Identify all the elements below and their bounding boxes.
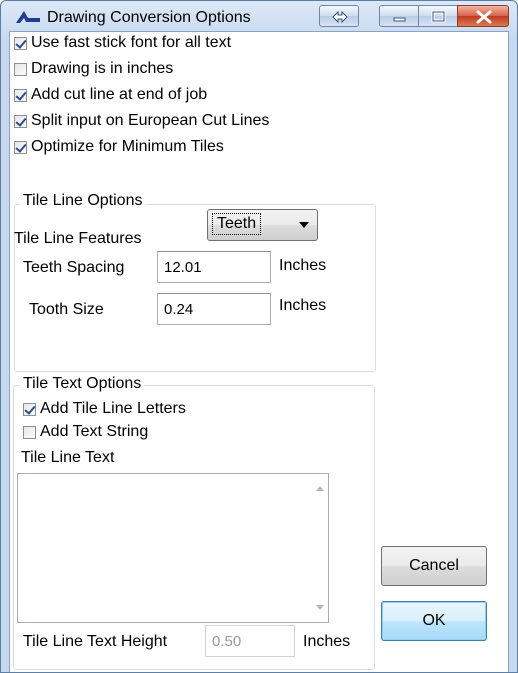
option-label: Drawing is in inches (31, 60, 174, 77)
tile-text-options-title: Tile Text Options (20, 375, 145, 393)
checkbox-optimize-tiles[interactable] (14, 140, 27, 154)
option-split-european[interactable]: Split input on European Cut Lines (14, 112, 269, 130)
option-fast-stick-font[interactable]: Use fast stick font for all text (14, 34, 231, 52)
maximize-icon (431, 10, 446, 23)
swap-button[interactable] (319, 5, 359, 27)
minimize-button[interactable] (379, 5, 419, 27)
option-label: Add Text String (40, 423, 149, 440)
tile-line-features-select[interactable]: Teeth (207, 209, 318, 241)
option-label: Add cut line at end of job (31, 86, 208, 103)
maximize-button[interactable] (418, 5, 458, 27)
teeth-spacing-label: Teeth Spacing (23, 259, 125, 276)
checkbox-add-text-string[interactable] (23, 425, 36, 439)
checkbox-add-tile-letters[interactable] (23, 402, 36, 416)
dialog-window: Drawing Conversion Options Use fast stic… (0, 0, 518, 673)
title-bar[interactable]: Drawing Conversion Options (1, 1, 517, 35)
option-optimize-tiles[interactable]: Optimize for Minimum Tiles (14, 138, 224, 156)
tile-line-text-label: Tile Line Text (21, 449, 115, 466)
autocad-style-icon (16, 11, 40, 23)
checkbox-fast-stick-font[interactable] (14, 36, 27, 50)
checkbox-drawing-inches[interactable] (14, 62, 27, 76)
option-add-cut-line[interactable]: Add cut line at end of job (14, 86, 207, 104)
teeth-spacing-input[interactable]: 12.01 (157, 251, 271, 283)
close-button[interactable] (457, 5, 509, 27)
vertical-scrollbar[interactable] (311, 474, 328, 622)
tile-line-text-height-input[interactable]: 0.50 (205, 625, 295, 657)
chevron-down-icon (299, 222, 309, 228)
close-icon (476, 10, 492, 24)
option-drawing-inches[interactable]: Drawing is in inches (14, 60, 173, 78)
tile-line-text-height-unit: Inches (303, 633, 351, 650)
tooth-size-label: Tooth Size (29, 301, 104, 318)
option-add-tile-letters[interactable]: Add Tile Line Letters (23, 400, 186, 418)
option-label: Split input on European Cut Lines (31, 112, 270, 129)
ok-button[interactable]: OK (381, 601, 487, 641)
checkbox-split-european[interactable] (14, 114, 27, 128)
tooth-size-unit: Inches (279, 297, 327, 314)
scroll-up-icon[interactable] (316, 486, 324, 491)
option-label: Use fast stick font for all text (31, 34, 232, 51)
option-add-text-string[interactable]: Add Text String (23, 423, 148, 441)
tile-line-text-height-label: Tile Line Text Height (23, 633, 168, 650)
option-label: Optimize for Minimum Tiles (31, 138, 224, 155)
tooth-size-input[interactable]: 0.24 (157, 293, 271, 325)
window-title: Drawing Conversion Options (47, 9, 251, 26)
cancel-button[interactable]: Cancel (381, 546, 487, 586)
tile-line-text-area[interactable] (17, 473, 329, 623)
tile-line-features-label: Tile Line Features (14, 230, 142, 247)
minimize-icon (393, 17, 406, 22)
checkbox-add-cut-line[interactable] (14, 88, 27, 102)
tile-line-features-value: Teeth (212, 213, 262, 235)
option-label: Add Tile Line Letters (40, 400, 186, 417)
teeth-spacing-unit: Inches (279, 257, 327, 274)
swap-arrows-icon (332, 10, 348, 24)
tile-line-options-title: Tile Line Options (20, 192, 146, 210)
scroll-down-icon[interactable] (316, 605, 324, 610)
